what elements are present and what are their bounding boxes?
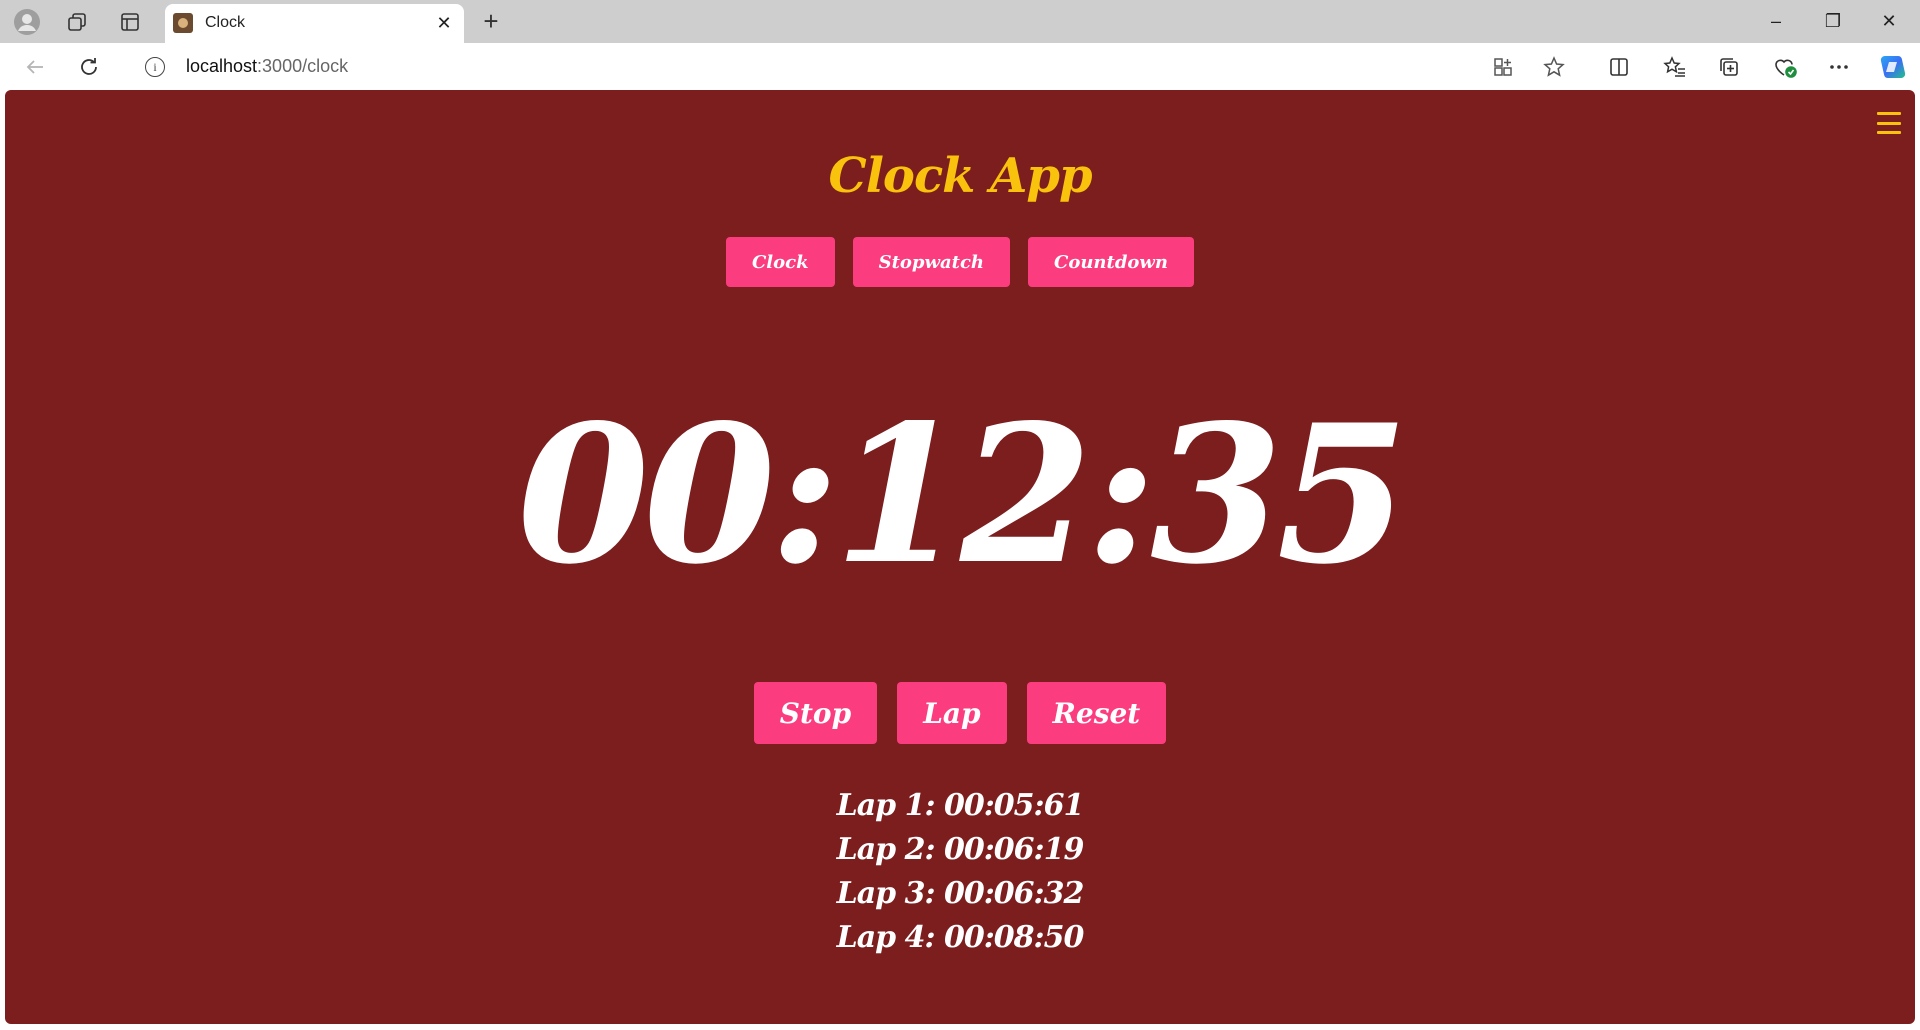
minimize-button[interactable]: – [1753,6,1799,36]
new-tab-button[interactable]: + [476,6,506,36]
url-path: :3000/clock [257,56,349,76]
active-tab[interactable]: Clock ✕ [165,4,464,43]
restore-button[interactable]: ❐ [1810,6,1856,36]
countdown-mode-button[interactable]: Countdown [1028,237,1195,287]
reset-button[interactable]: Reset [1026,682,1167,744]
tab-title: Clock [205,14,246,31]
close-tab-icon[interactable]: ✕ [432,11,456,35]
reload-icon[interactable] [72,50,106,84]
hamburger-line [1877,131,1901,134]
favicon-icon [173,13,193,33]
time-display: 00:12:35 [517,383,1409,606]
site-info-icon[interactable]: i [145,57,165,77]
app-page: Clock App Clock Stopwatch Countdown 00:1… [5,90,1915,1024]
split-screen-icon[interactable] [1604,52,1634,82]
tab-actions-icon[interactable] [115,7,145,37]
clock-mode-button[interactable]: Clock [725,237,835,287]
mode-tabs: Clock Stopwatch Countdown [5,237,1915,287]
stopwatch-controls: Stop Lap Reset [5,682,1915,744]
app-title: Clock App [828,148,1092,204]
app-available-icon[interactable] [1491,55,1515,79]
lap-item: Lap 2: 00:06:19 [836,832,1085,867]
lap-item: Lap 3: 00:06:32 [836,876,1085,911]
browser-essentials-icon[interactable] [1770,52,1800,82]
address-bar[interactable]: i localhost:3000/clock [125,47,1585,86]
lap-button[interactable]: Lap [897,682,1007,744]
browser-toolbar: i localhost:3000/clock [0,43,1920,89]
url-text[interactable]: localhost:3000/clock [186,56,348,77]
stop-button[interactable]: Stop [753,682,878,744]
workspaces-icon[interactable] [62,7,92,37]
more-options-icon[interactable] [1824,52,1854,82]
favorite-star-icon[interactable] [1542,55,1566,79]
lap-item: Lap 4: 00:08:50 [836,920,1085,955]
favorites-icon[interactable] [1660,52,1690,82]
hamburger-line [1877,112,1901,115]
close-window-button[interactable]: ✕ [1866,6,1912,36]
lap-list: Lap 1: 00:05:61 Lap 2: 00:06:19 Lap 3: 0… [5,784,1915,960]
back-arrow-icon[interactable] [18,50,52,84]
hamburger-line [1877,121,1901,125]
collections-icon[interactable] [1714,52,1744,82]
lap-item: Lap 1: 00:05:61 [836,788,1085,823]
profile-icon[interactable] [12,7,42,37]
stopwatch-mode-button[interactable]: Stopwatch [852,237,1011,287]
hamburger-menu-icon[interactable] [1877,112,1901,134]
url-host: localhost [186,56,258,76]
browser-tab-bar: Clock ✕ + – ❐ ✕ [0,0,1920,43]
copilot-icon[interactable] [1878,52,1908,82]
